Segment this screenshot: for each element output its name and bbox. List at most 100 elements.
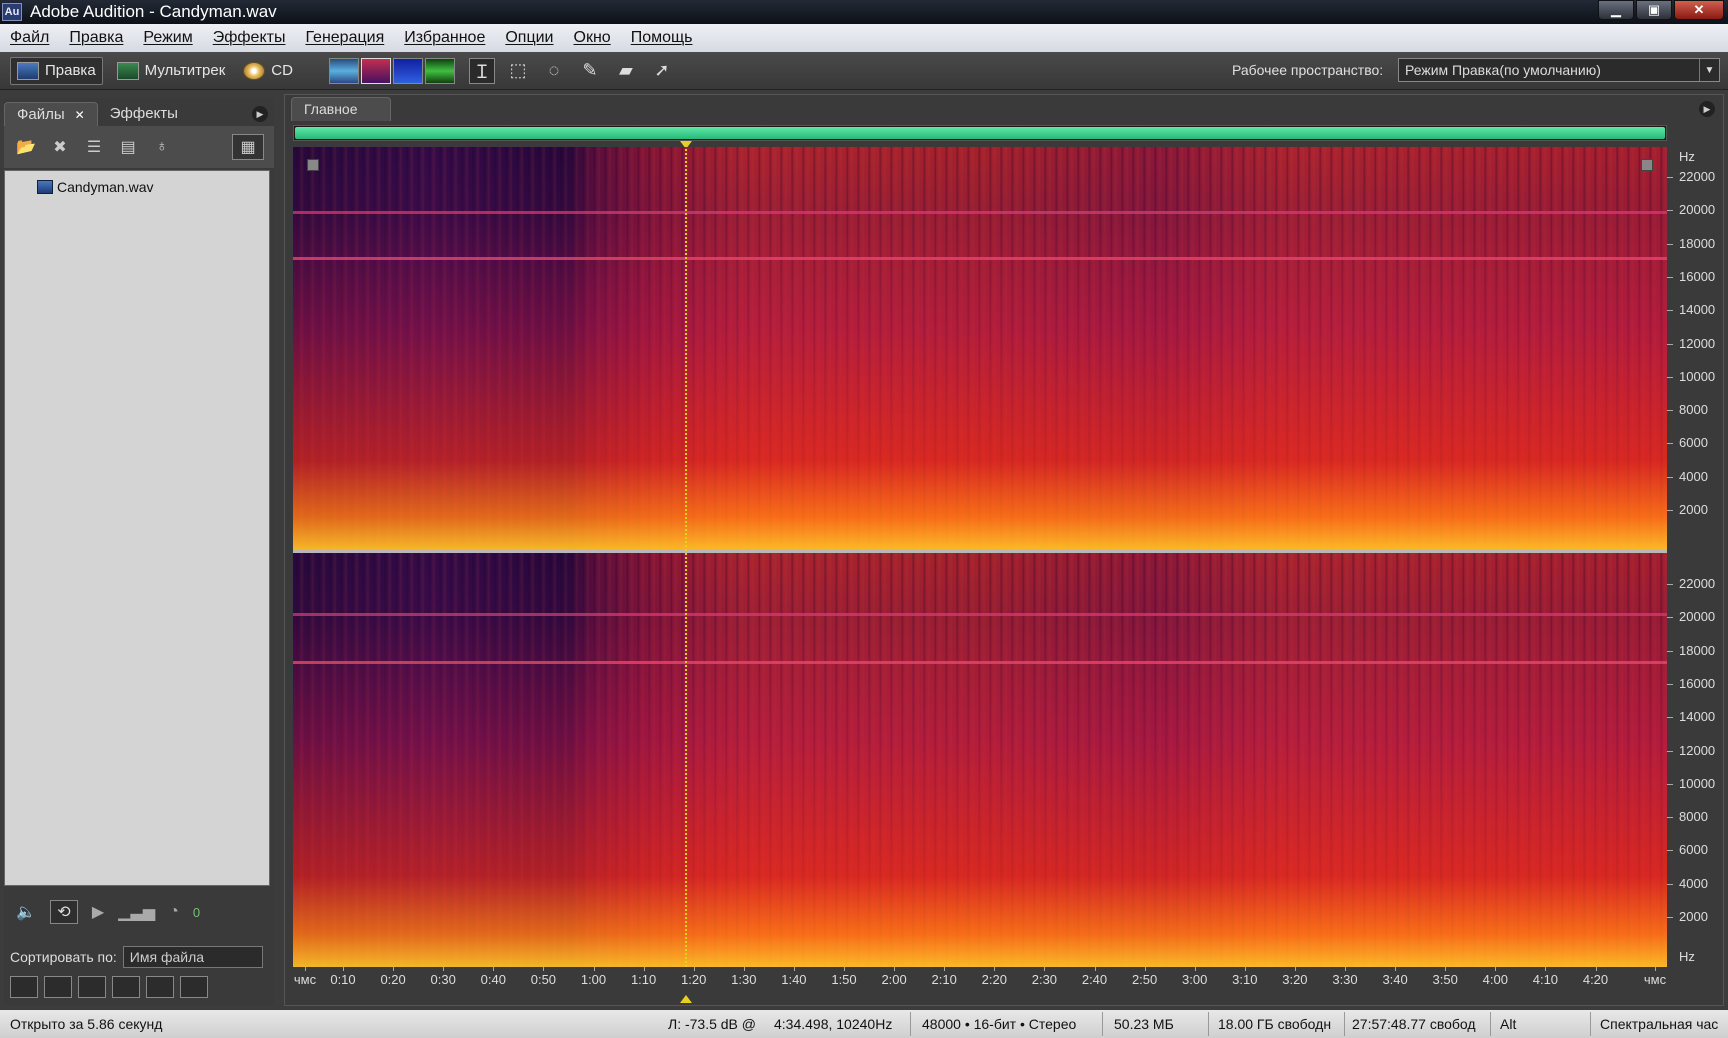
time-tick	[894, 967, 896, 971]
time-tick-label: 0:40	[480, 972, 506, 987]
spectrogram-right-channel[interactable]	[293, 553, 1667, 967]
time-tick-label: 2:20	[981, 972, 1007, 987]
volume-knob-icon[interactable]: ◔	[169, 903, 179, 921]
waveform-display-icon[interactable]	[328, 57, 359, 84]
time-tick	[1294, 967, 1296, 971]
hz-tick	[1667, 917, 1673, 918]
open-file-icon[interactable]: 📂	[14, 136, 38, 158]
minimize-button[interactable]: ▁	[1598, 0, 1634, 20]
audition-app-icon: Au	[2, 3, 22, 21]
resize-corner-icon[interactable]	[307, 159, 319, 171]
close-button[interactable]: ✕	[1674, 0, 1724, 20]
show-filter-icon[interactable]	[146, 976, 174, 998]
show-video-icon[interactable]	[180, 976, 208, 998]
tab-main[interactable]: Главное	[291, 97, 391, 121]
panel-menu-icon[interactable]: ▶	[1699, 101, 1715, 117]
time-tick	[844, 967, 845, 971]
spectrogram-left-channel[interactable]	[293, 147, 1667, 549]
hz-tick-label: 6000	[1679, 842, 1708, 858]
time-tick	[343, 967, 344, 971]
close-tab-icon[interactable]: ✕	[75, 108, 85, 122]
workspace-select[interactable]: Режим Правка(по умолчанию) ▼	[1398, 58, 1720, 82]
files-toolbar: 📂 ✖ ☰ ▤ ♁ ▦	[4, 126, 274, 168]
time-tick	[1345, 967, 1346, 971]
phase-display-icon[interactable]	[424, 57, 455, 84]
tab-files[interactable]: Файлы ✕	[4, 102, 98, 126]
sort-select[interactable]: Имя файла	[122, 946, 263, 968]
show-multitrack-icon[interactable]	[10, 976, 38, 998]
hz-tick-label: 4000	[1679, 875, 1708, 891]
lasso-tool-icon[interactable]: ◌	[541, 58, 567, 84]
menu-effects[interactable]: Эффекты	[213, 29, 286, 47]
hz-unit-label-bottom: Hz	[1679, 949, 1695, 964]
playhead-marker-bottom-icon[interactable]	[680, 995, 692, 1003]
hz-tick-label: 12000	[1679, 742, 1716, 758]
multitrack-view-button[interactable]: Мультитрек	[111, 57, 232, 85]
tab-files-label: Файлы	[17, 106, 65, 123]
insert-cd-icon[interactable]: ▤	[116, 136, 140, 158]
insert-multitrack-icon[interactable]: ☰	[82, 136, 106, 158]
close-file-icon[interactable]: ✖	[48, 136, 72, 158]
maximize-button[interactable]: ▣	[1636, 0, 1672, 20]
overview-range[interactable]	[295, 127, 1665, 139]
menu-window[interactable]: Окно	[574, 29, 611, 47]
time-tick-label: 2:10	[931, 972, 957, 987]
hz-tick-label: 14000	[1679, 302, 1716, 318]
panel-menu-icon[interactable]: ▶	[252, 106, 268, 122]
loop-icon[interactable]: ⟲	[49, 900, 78, 924]
time-tick-label: 2:50	[1131, 972, 1158, 987]
multitrack-icon	[116, 61, 139, 80]
menu-edit[interactable]: Правка	[69, 29, 123, 47]
spectral-line	[293, 661, 1667, 664]
hz-tick	[1667, 276, 1673, 278]
workspace-value: Режим Правка(по умолчанию)	[1405, 62, 1601, 78]
show-loops-icon[interactable]	[44, 976, 72, 998]
hz-tick-label: 18000	[1679, 235, 1716, 251]
edit-file-icon[interactable]: ♁	[150, 136, 174, 158]
hz-tick	[1667, 584, 1673, 585]
menu-favorites[interactable]: Избранное	[404, 29, 485, 47]
hz-tick-label: 12000	[1679, 335, 1716, 351]
move-tool-icon[interactable]: ➚	[649, 58, 675, 84]
play-icon[interactable]: ▶	[92, 902, 104, 922]
autoplay-speaker-icon[interactable]: 🔈	[16, 902, 36, 922]
menu-file[interactable]: Файл	[10, 29, 49, 47]
menu-generate[interactable]: Генерация	[305, 29, 384, 47]
sort-value: Имя файла	[129, 949, 205, 965]
show-midi-icon[interactable]	[112, 976, 140, 998]
menu-options[interactable]: Опции	[505, 29, 553, 47]
menu-mode[interactable]: Режим	[143, 29, 192, 47]
time-ruler: чмс 0:10 0:20 0:30 0:40 0:50 1:00 1:10 1:20 1:30 1…	[293, 967, 1667, 993]
spectral-display-icon[interactable]	[360, 57, 391, 84]
main-toolbar: Правка Мультитрек CD Ｉ ⬚ ◌ ✎ ▰ ➚ Рабочее…	[0, 52, 1728, 90]
hz-tick-label: 22000	[1679, 169, 1716, 184]
hz-tick-label: 10000	[1679, 368, 1716, 384]
zoom-overview-bar[interactable]	[293, 125, 1667, 141]
time-tick-label: 3:00	[1182, 972, 1208, 987]
marquee-tool-icon[interactable]: ⬚	[505, 58, 531, 84]
tab-effects-label: Эффекты	[109, 105, 178, 122]
menu-help[interactable]: Помощь	[631, 29, 693, 47]
playhead-cursor-line[interactable]	[685, 141, 687, 967]
hz-tick-label: 4000	[1679, 468, 1708, 484]
resize-corner-icon[interactable]	[1641, 159, 1653, 171]
preview-transport: 🔈 ⟲ ▶ ▁▃▅ ◔ 0	[4, 893, 274, 931]
chevron-down-icon[interactable]: ▼	[1699, 59, 1719, 81]
spot-healing-tool-icon[interactable]: ▰	[613, 58, 639, 84]
pan-display-icon[interactable]	[392, 57, 423, 84]
edit-view-button[interactable]: Правка	[10, 56, 103, 85]
hz-tick	[1667, 410, 1673, 412]
show-audio-icon[interactable]	[78, 976, 106, 998]
show-options-icon[interactable]: ▦	[232, 134, 264, 160]
hz-tick	[1667, 476, 1673, 478]
time-tick-label: 3:10	[1232, 972, 1258, 987]
spectral-line	[293, 257, 1667, 260]
tab-effects[interactable]: Эффекты	[98, 102, 190, 126]
hz-tick	[1667, 510, 1673, 511]
time-tick-label: 4:10	[1532, 972, 1559, 987]
list-item[interactable]: Candyman.wav	[37, 179, 154, 195]
cd-view-button[interactable]: CD	[237, 57, 299, 85]
hz-tick	[1667, 343, 1673, 345]
time-selection-tool-icon[interactable]: Ｉ	[468, 57, 495, 84]
brush-tool-icon[interactable]: ✎	[577, 58, 603, 84]
